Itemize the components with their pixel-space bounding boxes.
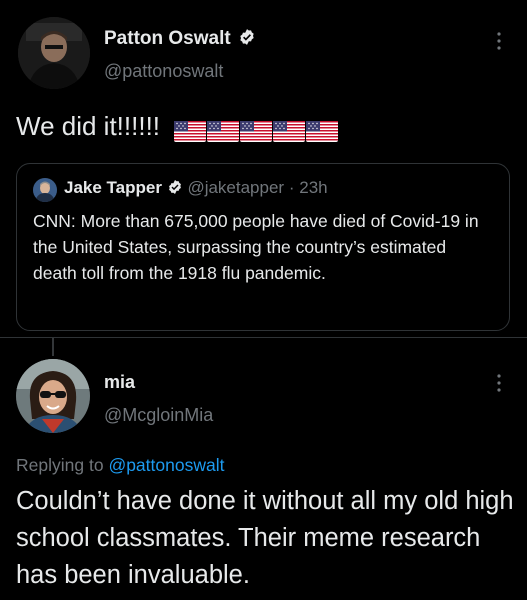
separator-dot: ·	[288, 178, 295, 197]
reply-author-name[interactable]: mia	[104, 372, 135, 393]
mia-avatar[interactable]	[16, 359, 90, 433]
verified-badge-icon	[168, 180, 181, 195]
reply-author-handle[interactable]: @McgloinMia	[104, 405, 213, 426]
quoted-tweet-card[interactable]: Jake Tapper @jaketapper · 23h CNN: More …	[16, 163, 510, 331]
replying-to-label: Replying to	[16, 455, 104, 475]
us-flag-icon	[306, 118, 339, 142]
patton-avatar[interactable]	[18, 17, 90, 89]
us-flag-icon	[174, 118, 207, 142]
quoted-author-name[interactable]: Jake Tapper	[64, 178, 162, 197]
avatar-photo	[18, 17, 90, 89]
us-flag-icon	[273, 118, 306, 142]
quoted-timestamp[interactable]: 23h	[299, 178, 327, 197]
avatar-photo	[33, 178, 57, 202]
quoted-author-handle[interactable]: @jaketapper	[187, 178, 284, 197]
us-flag-icon	[207, 118, 240, 142]
author-handle[interactable]: @pattonoswalt	[104, 61, 223, 82]
quoted-tweet-text: CNN: More than 675,000 people have died …	[33, 211, 479, 283]
jake-avatar[interactable]	[33, 178, 57, 202]
us-flag-icon	[240, 118, 273, 142]
more-options-icon[interactable]	[492, 30, 506, 57]
reply-text: Couldn’t have done it without all my old…	[16, 487, 514, 589]
thread-connector	[52, 338, 54, 356]
replying-to-link[interactable]: @pattonoswalt	[108, 455, 224, 475]
author-name[interactable]: Patton Oswalt	[104, 28, 231, 49]
more-options-icon[interactable]	[492, 372, 506, 399]
flag-emoji-group	[173, 111, 339, 142]
tweet-text: We did it!!!!!!	[16, 111, 161, 141]
avatar-photo	[16, 359, 90, 433]
verified-badge-icon	[240, 29, 254, 46]
divider	[0, 337, 527, 338]
